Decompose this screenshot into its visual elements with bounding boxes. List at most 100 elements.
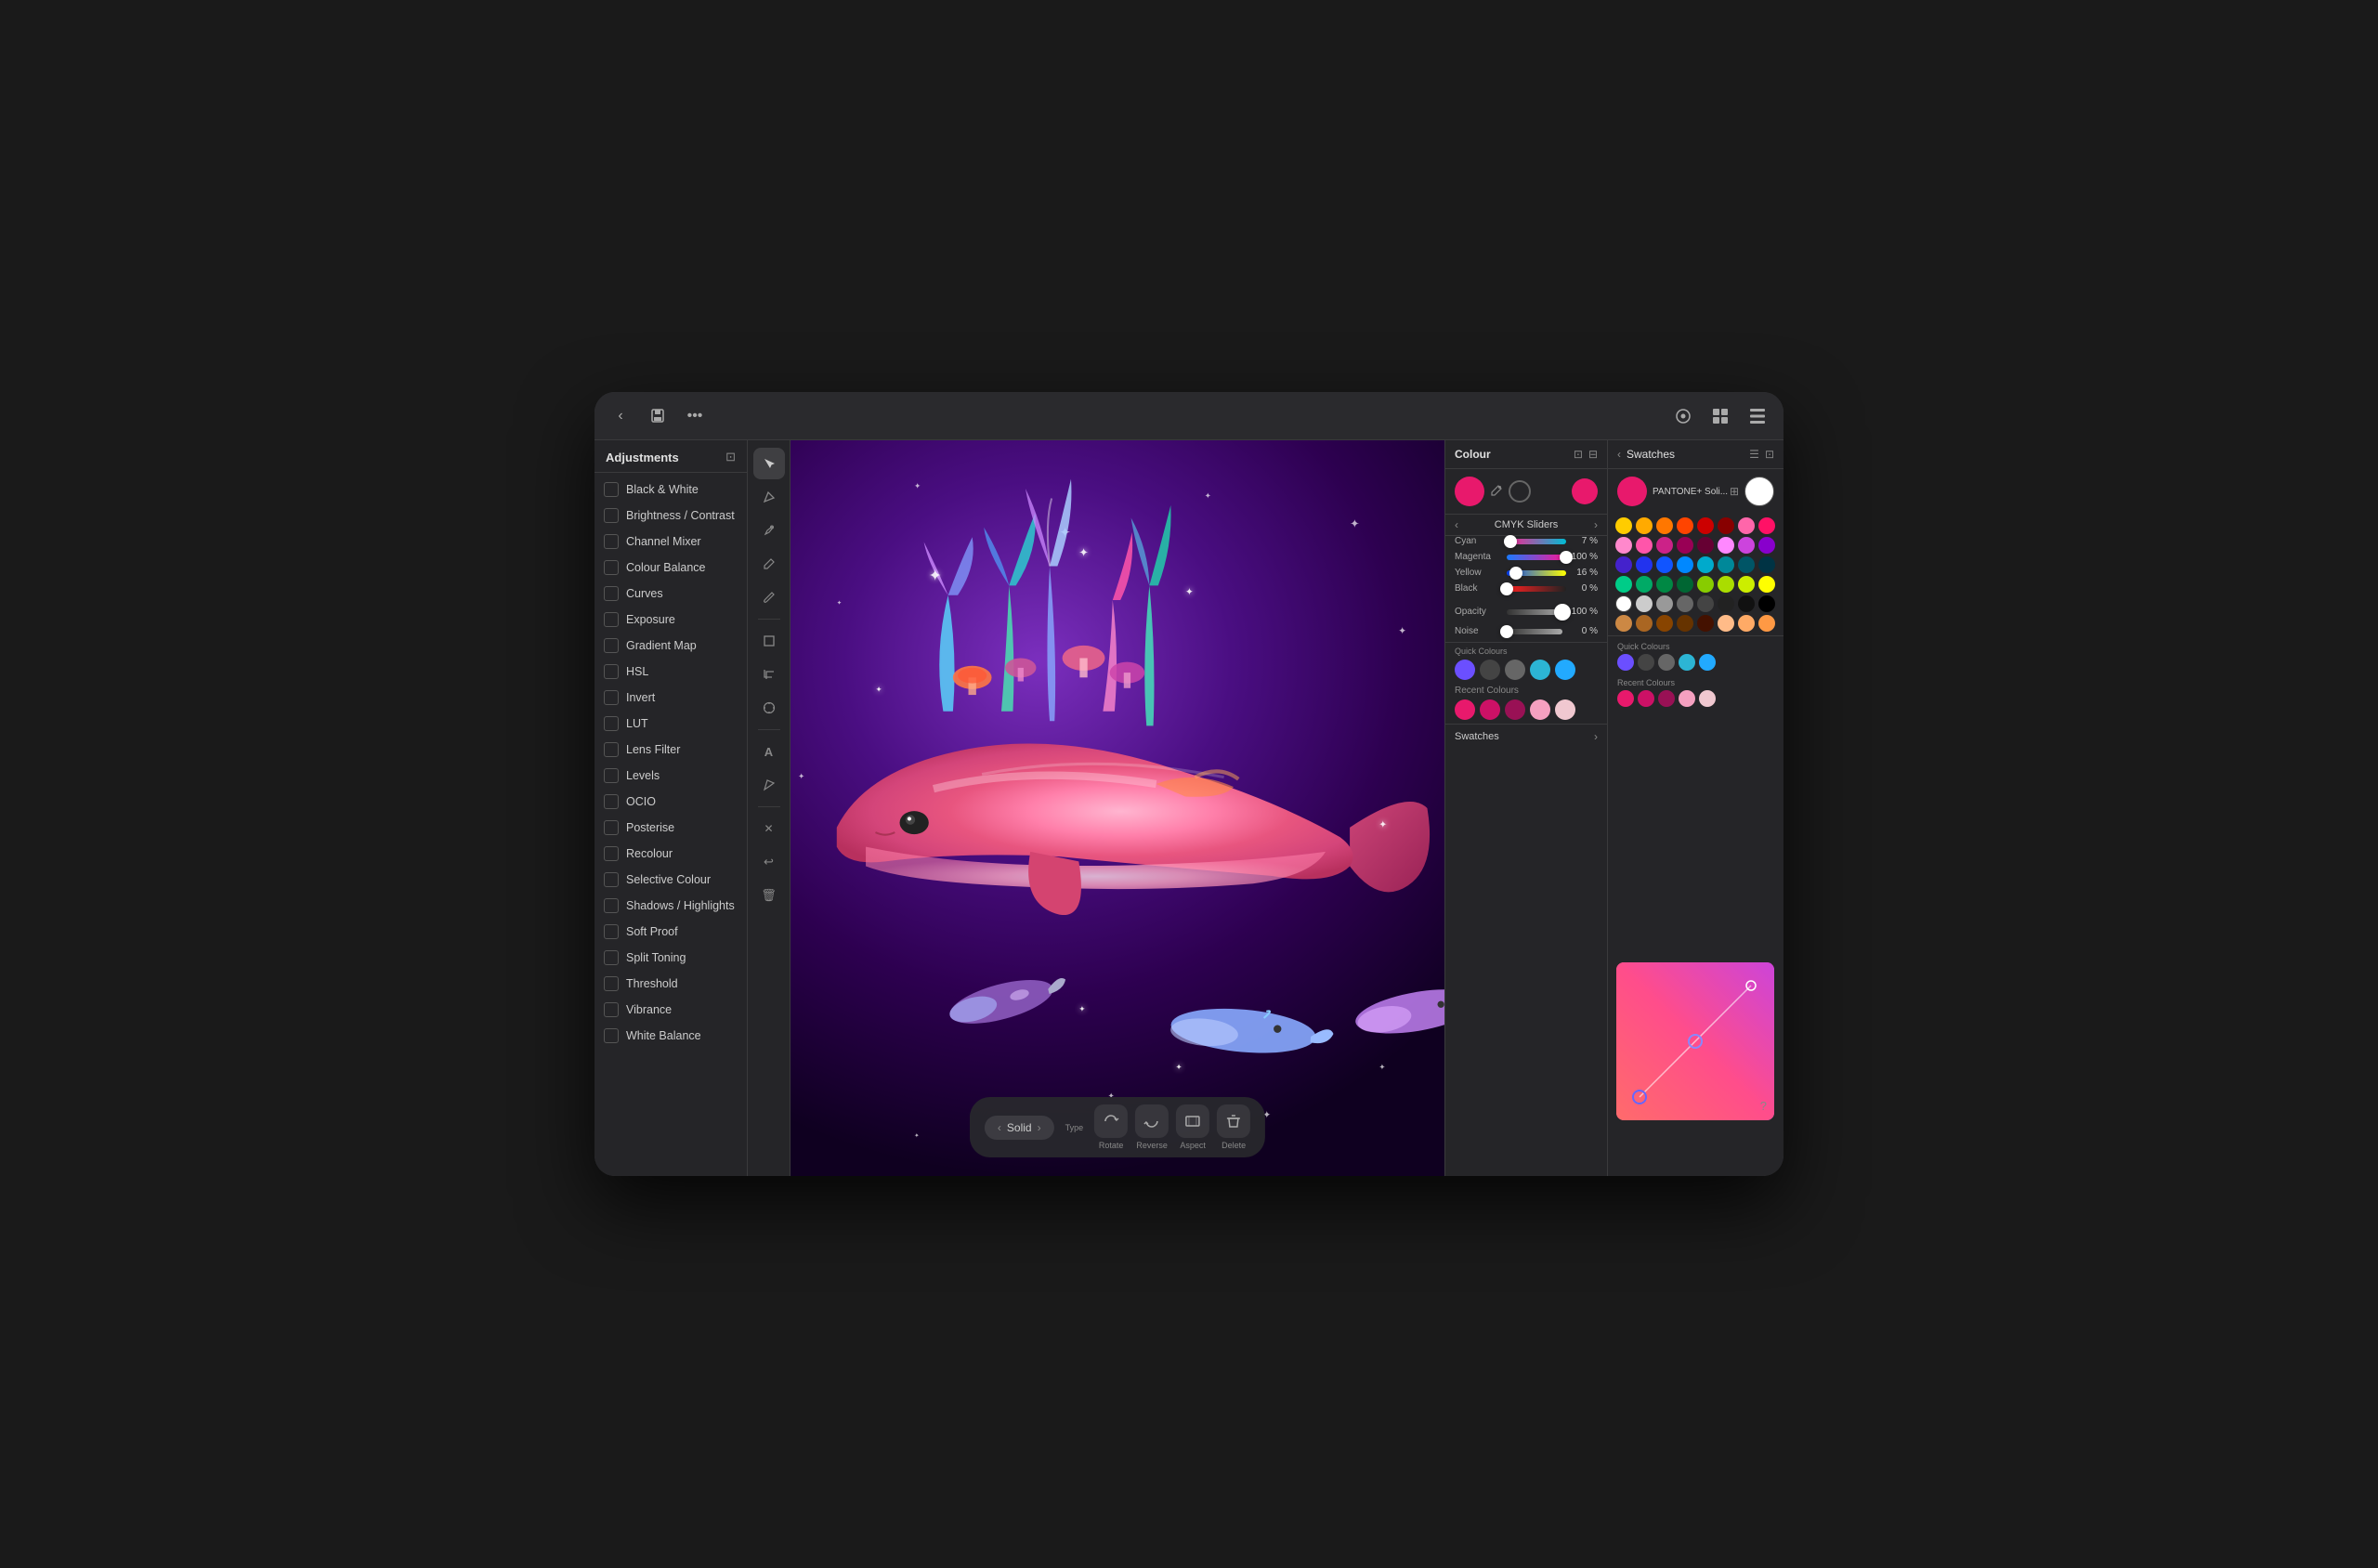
- swatches-link[interactable]: Swatches ›: [1445, 724, 1607, 749]
- tool-node[interactable]: [753, 481, 785, 513]
- swatch-cell[interactable]: [1738, 595, 1755, 612]
- swatches-settings-icon[interactable]: ⊡: [1765, 448, 1774, 461]
- adj-checkbox-shadows-highlights[interactable]: [604, 898, 619, 913]
- adj-checkbox-colour-balance[interactable]: [604, 560, 619, 575]
- swatch-cell[interactable]: [1615, 556, 1632, 573]
- swatch-cell[interactable]: [1697, 517, 1714, 534]
- tool-pencil[interactable]: [753, 548, 785, 580]
- magenta-thumb[interactable]: [1560, 551, 1573, 564]
- adj-item-black-white[interactable]: Black & White: [594, 477, 747, 503]
- adj-item-hsl[interactable]: HSL: [594, 659, 747, 685]
- quick-colour-3[interactable]: [1505, 660, 1525, 680]
- tool-crop[interactable]: [753, 659, 785, 690]
- swatches-nav-back[interactable]: ‹: [1617, 448, 1621, 461]
- adj-checkbox-channel-mixer[interactable]: [604, 534, 619, 549]
- grid-view-toggle[interactable]: ⊞: [1730, 485, 1739, 498]
- swatch-cell[interactable]: [1697, 576, 1714, 593]
- swatch-cell[interactable]: [1677, 615, 1693, 632]
- more-button[interactable]: •••: [680, 401, 710, 431]
- adj-item-gradient-map[interactable]: Gradient Map: [594, 633, 747, 659]
- adj-item-shadows-highlights[interactable]: Shadows / Highlights: [594, 893, 747, 919]
- recent-colour-2[interactable]: [1480, 699, 1500, 720]
- delete-button[interactable]: Delete: [1217, 1104, 1250, 1150]
- tool-close[interactable]: ✕: [753, 813, 785, 844]
- swatch-cell[interactable]: [1636, 517, 1653, 534]
- cyan-thumb[interactable]: [1504, 535, 1517, 548]
- tool-undo[interactable]: ↩: [753, 846, 785, 878]
- swatch-cell[interactable]: [1738, 576, 1755, 593]
- swatch-cell[interactable]: [1738, 615, 1755, 632]
- quick-colour-2[interactable]: [1480, 660, 1500, 680]
- swatch-cell[interactable]: [1636, 576, 1653, 593]
- type-selector[interactable]: ‹ Solid ›: [985, 1116, 1054, 1140]
- secondary-colour-swatch[interactable]: [1509, 480, 1531, 503]
- opacity-thumb[interactable]: [1554, 604, 1571, 621]
- swatch-cell[interactable]: [1758, 576, 1775, 593]
- adj-checkbox-threshold[interactable]: [604, 976, 619, 991]
- adj-checkbox-vibrance[interactable]: [604, 1002, 619, 1017]
- adj-checkbox-lut[interactable]: [604, 716, 619, 731]
- rotate-button[interactable]: Rotate: [1094, 1104, 1128, 1150]
- recent-colour-4[interactable]: [1530, 699, 1550, 720]
- swatches-list-icon[interactable]: ☰: [1749, 448, 1759, 461]
- swatch-cell[interactable]: [1718, 576, 1734, 593]
- adj-checkbox-gradient-map[interactable]: [604, 638, 619, 653]
- swatch-cell[interactable]: [1758, 595, 1775, 612]
- yellow-track[interactable]: [1507, 570, 1566, 576]
- swatches-secondary-colour[interactable]: [1744, 477, 1774, 506]
- tool-paint[interactable]: [753, 769, 785, 801]
- adj-item-colour-balance[interactable]: Colour Balance: [594, 555, 747, 581]
- adj-checkbox-white-balance[interactable]: [604, 1028, 619, 1043]
- view-toggle-3[interactable]: [1743, 401, 1772, 431]
- quick-colour-5[interactable]: [1555, 660, 1575, 680]
- eyedropper-icon[interactable]: [1490, 484, 1503, 500]
- swatch-cell[interactable]: [1636, 556, 1653, 573]
- slider-nav-right[interactable]: ›: [1594, 518, 1598, 531]
- swatch-cell[interactable]: [1718, 595, 1734, 612]
- adj-item-lens-filter[interactable]: Lens Filter: [594, 737, 747, 763]
- swatch-cell[interactable]: [1758, 517, 1775, 534]
- quick-colour-1[interactable]: [1455, 660, 1475, 680]
- recent-colour-3[interactable]: [1505, 699, 1525, 720]
- swatch-cell[interactable]: [1677, 556, 1693, 573]
- swatch-cell[interactable]: [1758, 615, 1775, 632]
- help-icon[interactable]: ?: [1760, 1099, 1767, 1113]
- swatch-cell[interactable]: [1656, 576, 1673, 593]
- primary-colour-swatch[interactable]: [1455, 477, 1484, 506]
- view-toggle-1[interactable]: [1668, 401, 1698, 431]
- adj-checkbox-lens-filter[interactable]: [604, 742, 619, 757]
- swatch-cell[interactable]: [1656, 517, 1673, 534]
- noise-thumb[interactable]: [1500, 625, 1513, 638]
- swatch-cell[interactable]: [1656, 595, 1673, 612]
- adj-item-recolour[interactable]: Recolour: [594, 841, 747, 867]
- swatches-recent-3[interactable]: [1658, 690, 1675, 707]
- swatches-quick-2[interactable]: [1638, 654, 1654, 671]
- swatch-cell[interactable]: [1636, 615, 1653, 632]
- swatch-cell[interactable]: [1615, 595, 1632, 612]
- adj-checkbox-posterise[interactable]: [604, 820, 619, 835]
- adjustments-settings-icon[interactable]: ⊡: [725, 450, 736, 464]
- adj-item-vibrance[interactable]: Vibrance: [594, 997, 747, 1023]
- swatch-cell[interactable]: [1677, 537, 1693, 554]
- colour-panel-expand[interactable]: ⊟: [1588, 448, 1598, 461]
- swatch-cell[interactable]: [1718, 517, 1734, 534]
- swatch-cell[interactable]: [1738, 517, 1755, 534]
- adj-checkbox-brightness-contrast[interactable]: [604, 508, 619, 523]
- swatch-cell[interactable]: [1615, 576, 1632, 593]
- back-button[interactable]: ‹: [606, 401, 635, 431]
- adj-item-threshold[interactable]: Threshold: [594, 971, 747, 997]
- adj-checkbox-ocio[interactable]: [604, 794, 619, 809]
- swatch-cell[interactable]: [1697, 615, 1714, 632]
- tool-pen[interactable]: [753, 515, 785, 546]
- adj-item-white-balance[interactable]: White Balance: [594, 1023, 747, 1049]
- adj-checkbox-split-toning[interactable]: [604, 950, 619, 965]
- tool-adjust[interactable]: [753, 692, 785, 724]
- adj-item-invert[interactable]: Invert: [594, 685, 747, 711]
- black-thumb[interactable]: [1500, 582, 1513, 595]
- large-primary-swatch[interactable]: [1572, 478, 1598, 504]
- adj-checkbox-levels[interactable]: [604, 768, 619, 783]
- swatches-quick-1[interactable]: [1617, 654, 1634, 671]
- swatch-cell[interactable]: [1697, 537, 1714, 554]
- tool-brush[interactable]: [753, 581, 785, 613]
- tool-delete[interactable]: 🗑: [753, 880, 785, 911]
